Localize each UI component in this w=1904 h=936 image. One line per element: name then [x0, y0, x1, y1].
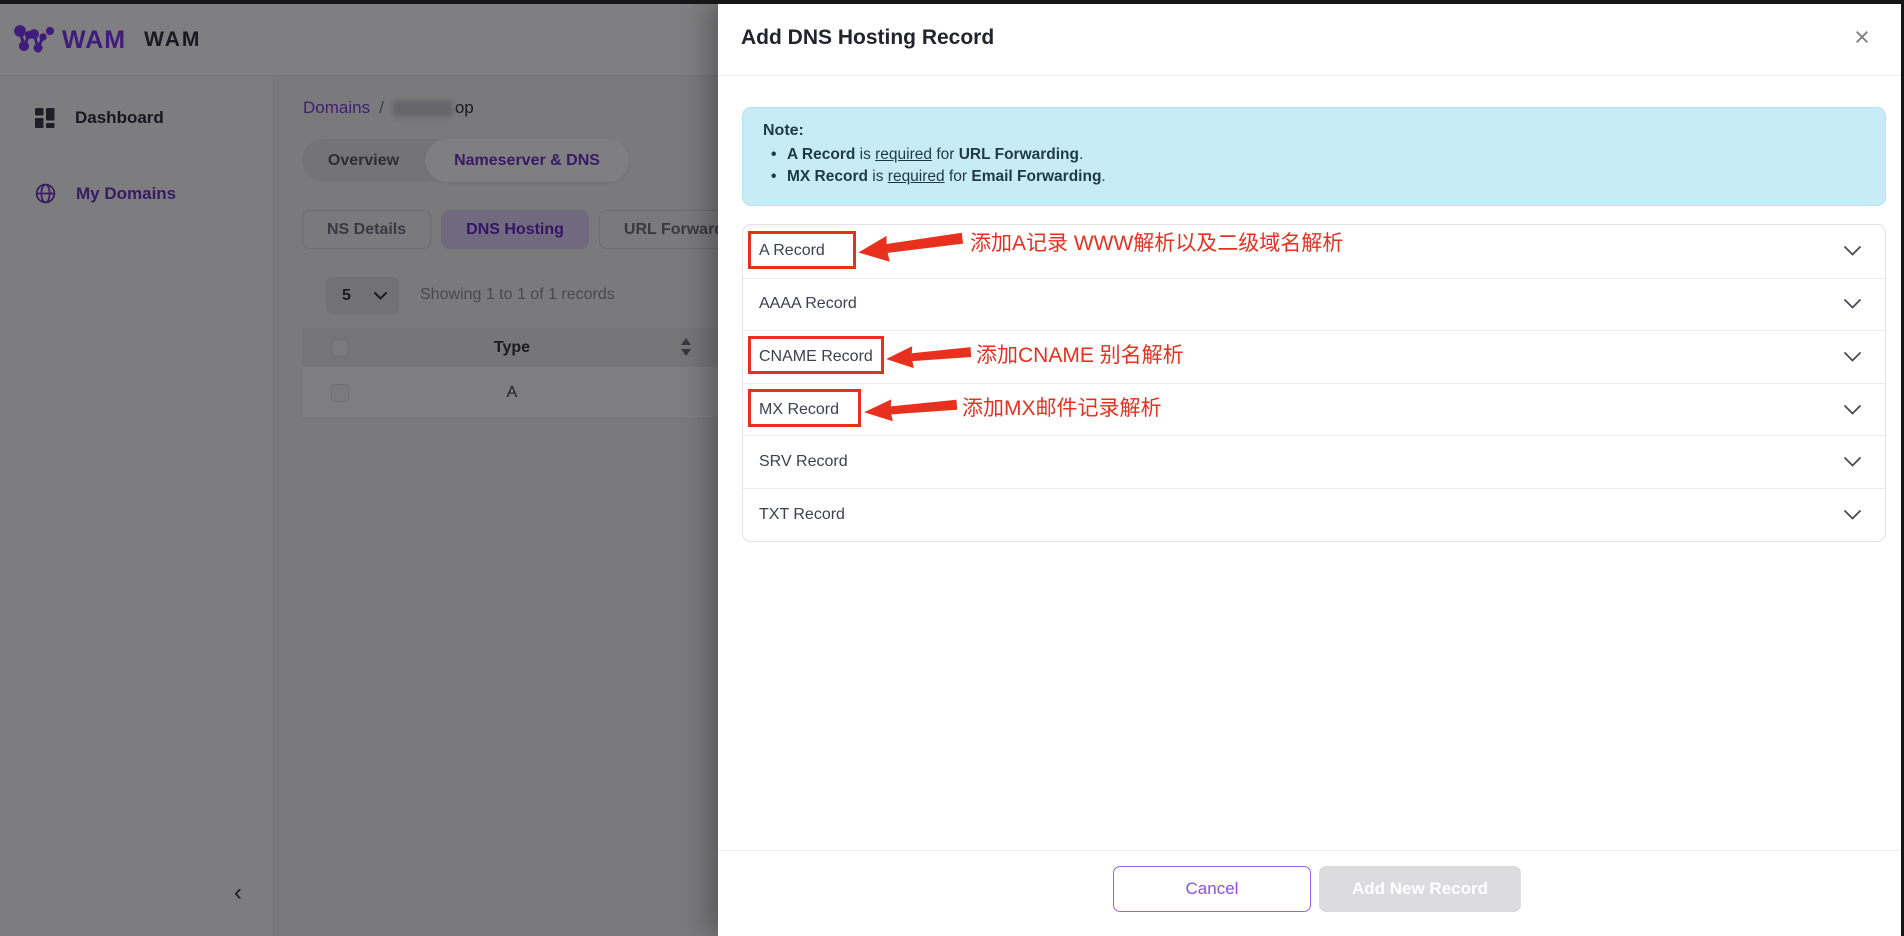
add-dns-record-modal: Add DNS Hosting Record × Note: A Record … [718, 0, 1904, 936]
accordion-row-srv-record[interactable]: SRV Record [743, 435, 1885, 488]
chevron-down-icon [1844, 405, 1861, 415]
chevron-down-icon [1844, 457, 1861, 467]
note-heading: Note: [763, 122, 1865, 140]
accordion-row-cname-record[interactable]: CNAME Record [743, 330, 1885, 383]
chevron-down-icon [1844, 352, 1861, 362]
accordion-row-aaaa-record[interactable]: AAAA Record [743, 278, 1885, 331]
accordion-row-mx-record[interactable]: MX Record [743, 383, 1885, 436]
add-new-record-button[interactable]: Add New Record [1319, 866, 1521, 912]
modal-header-divider [718, 75, 1904, 76]
record-type-accordion: A Record AAAA Record CNAME Record MX Rec… [742, 224, 1886, 542]
screen: WAM WAM Dashboard [0, 0, 1904, 936]
accordion-row-txt-record[interactable]: TXT Record [743, 488, 1885, 541]
cancel-button[interactable]: Cancel [1113, 866, 1311, 912]
chevron-down-icon [1844, 510, 1861, 520]
note-item-mx-record: MX Record is required for Email Forwardi… [787, 168, 1865, 186]
accordion-row-a-record[interactable]: A Record [743, 225, 1885, 278]
window-top-edge [0, 0, 1904, 4]
chevron-down-icon [1844, 246, 1861, 256]
note-item-a-record: A Record is required for URL Forwarding. [787, 146, 1865, 164]
modal-footer-divider [718, 850, 1904, 851]
close-icon[interactable]: × [1846, 22, 1878, 54]
modal-title: Add DNS Hosting Record [741, 0, 994, 75]
note-callout: Note: A Record is required for URL Forwa… [742, 107, 1886, 206]
chevron-down-icon [1844, 299, 1861, 309]
